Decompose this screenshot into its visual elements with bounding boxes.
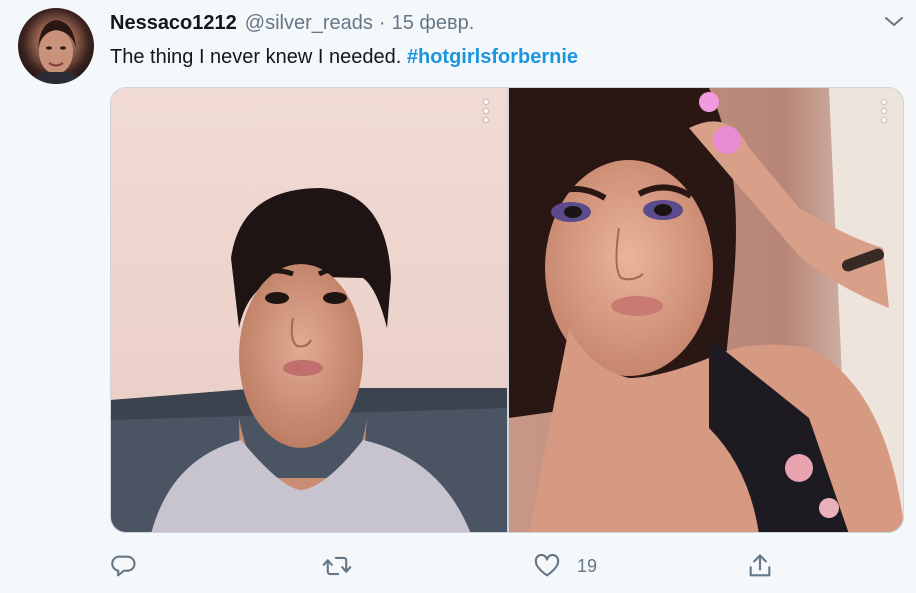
reply-button[interactable] (110, 548, 138, 584)
retweet-button[interactable] (322, 548, 352, 584)
heart-icon (533, 552, 561, 580)
tweet-body: The thing I never knew I needed. (110, 46, 402, 68)
photo-1[interactable] (111, 88, 507, 532)
reply-icon (110, 552, 138, 580)
retweet-icon (322, 552, 352, 580)
more-options-icon[interactable] (479, 100, 493, 122)
chevron-down-icon[interactable] (882, 10, 906, 34)
display-name[interactable]: Nessaco1212 (110, 12, 237, 35)
share-icon (746, 552, 774, 580)
like-button[interactable]: 19 (533, 548, 597, 584)
tweet-header: Nessaco1212 @silver_reads · 15 февр. (110, 12, 474, 38)
tweet-date[interactable]: 15 февр. (392, 12, 475, 35)
hashtag-link[interactable]: #hotgirlsforbernie (407, 46, 578, 68)
separator-dot: · (378, 12, 386, 34)
tweet-actions: 19 (0, 548, 916, 588)
photo-2[interactable] (509, 88, 903, 532)
more-options-icon[interactable] (877, 100, 891, 122)
tweet-text: The thing I never knew I needed. #hotgir… (110, 44, 578, 70)
like-count: 19 (577, 555, 598, 576)
tweet: Nessaco1212 @silver_reads · 15 февр. The… (0, 0, 916, 593)
media-grid (110, 87, 904, 533)
avatar[interactable] (18, 8, 94, 84)
user-handle[interactable]: @silver_reads (245, 12, 373, 35)
share-button[interactable] (746, 548, 774, 584)
